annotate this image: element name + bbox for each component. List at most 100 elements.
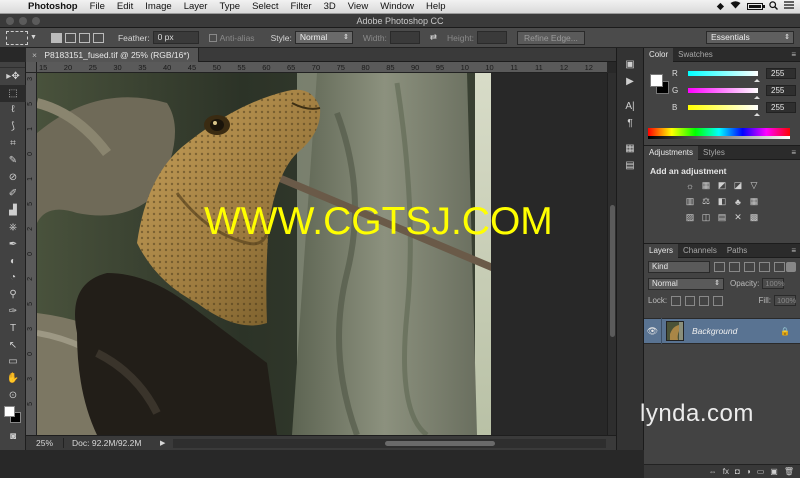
invert-icon[interactable]: ▨ [684, 212, 696, 223]
opacity-input[interactable]: 100% [762, 278, 785, 289]
feather-input[interactable]: 0 px [152, 31, 199, 44]
menu-view[interactable]: View [342, 1, 374, 12]
character-panel-icon[interactable]: A| [617, 98, 643, 115]
width-input[interactable] [389, 31, 420, 44]
tab-color[interactable]: Color [644, 47, 674, 62]
posterize-icon[interactable]: ◫ [700, 212, 712, 223]
menu-layer[interactable]: Layer [178, 1, 214, 12]
menu-image[interactable]: Image [139, 1, 177, 12]
paragraph-panel-icon[interactable]: ¶ [617, 115, 643, 132]
style-select[interactable]: Normal [294, 31, 353, 44]
threshold-icon[interactable]: ▤ [716, 212, 728, 223]
filter-toggle-icon[interactable] [786, 261, 796, 272]
menu-app-photoshop[interactable]: Photoshop [22, 1, 84, 12]
vertical-scrollbar[interactable] [607, 73, 616, 435]
add-mask-icon[interactable]: ◘ [735, 467, 740, 476]
zoom-level[interactable]: 25% [26, 438, 64, 448]
photo-filter-icon[interactable]: ♣ [732, 196, 744, 207]
close-window-button[interactable] [6, 17, 14, 25]
color-spectrum-ramp[interactable] [648, 128, 790, 139]
close-document-icon[interactable]: × [32, 50, 37, 60]
blue-value-input[interactable]: 255 [766, 101, 796, 113]
menu-type[interactable]: Type [213, 1, 246, 12]
quick-selection-tool-icon[interactable]: ⟆ [0, 118, 26, 135]
lasso-tool-icon[interactable]: ℓ [0, 102, 26, 119]
document-canvas[interactable] [37, 73, 491, 435]
menu-filter[interactable]: Filter [284, 1, 317, 12]
hand-tool-icon[interactable]: ✋ [0, 370, 26, 387]
minimize-window-button[interactable] [19, 17, 27, 25]
battery-icon[interactable] [747, 3, 765, 10]
spotlight-search-icon[interactable] [769, 0, 778, 13]
filter-adjustment-icon[interactable] [729, 261, 740, 272]
tab-adjustments[interactable]: Adjustments [644, 145, 699, 160]
dock-grip[interactable] [617, 48, 643, 56]
info-panel-icon[interactable]: ▤ [617, 157, 643, 174]
lock-transparent-icon[interactable] [671, 295, 682, 306]
dodge-tool-icon[interactable]: ⚲ [0, 286, 26, 303]
path-selection-tool-icon[interactable]: ↖ [0, 337, 26, 354]
foreground-color-swatch[interactable] [4, 405, 15, 417]
dropbox-icon[interactable]: ◆ [717, 1, 724, 12]
horizontal-scrollbar[interactable] [173, 438, 606, 448]
tool-preset-picker[interactable] [6, 30, 28, 45]
layer-row-background[interactable]: 👁 Background 🔒 [644, 318, 800, 344]
menu-help[interactable]: Help [420, 1, 452, 12]
new-group-icon[interactable]: ▭ [757, 467, 765, 476]
red-slider[interactable] [688, 70, 760, 82]
brush-tool-icon[interactable]: ✐ [0, 186, 26, 203]
height-input[interactable] [476, 31, 507, 44]
subtract-from-selection-button[interactable] [78, 32, 90, 43]
document-tab[interactable]: × P8183151_fused.tif @ 25% (RGB/16*) [26, 48, 199, 62]
tab-styles[interactable]: Styles [698, 146, 730, 160]
ruler-origin[interactable] [26, 62, 37, 73]
horizontal-ruler[interactable]: 15 20 25 30 35 40 45 50 55 60 65 70 75 80 85 90 95 10 10 11… [37, 62, 607, 73]
history-panel-icon[interactable]: ▣ [617, 56, 643, 73]
properties-panel-icon[interactable]: ▦ [617, 140, 643, 157]
hue-saturation-icon[interactable]: ▥ [684, 196, 696, 207]
workspace-switcher[interactable]: Essentials [706, 31, 794, 44]
notification-center-icon[interactable] [784, 1, 794, 12]
horizontal-scroll-thumb[interactable] [385, 440, 496, 446]
clone-stamp-tool-icon[interactable]: ▟ [0, 202, 26, 219]
tab-swatches[interactable]: Swatches [673, 48, 718, 62]
lock-position-icon[interactable] [699, 295, 710, 306]
type-tool-icon[interactable]: T [0, 320, 26, 337]
layer-style-fx-icon[interactable]: fx [723, 467, 729, 476]
lock-image-icon[interactable] [685, 295, 696, 306]
gradient-tool-icon[interactable]: ◐ [0, 253, 26, 270]
menu-file[interactable]: File [84, 1, 111, 12]
add-to-selection-button[interactable] [64, 32, 76, 43]
gradient-map-icon[interactable]: ▩ [748, 212, 760, 223]
green-value-input[interactable]: 255 [766, 84, 796, 96]
wifi-icon[interactable] [730, 1, 741, 12]
new-selection-button[interactable] [50, 32, 62, 43]
black-white-icon[interactable]: ◧ [716, 196, 728, 207]
tab-layers[interactable]: Layers [644, 243, 679, 258]
menu-3d[interactable]: 3D [318, 1, 342, 12]
menu-edit[interactable]: Edit [111, 1, 139, 12]
lock-all-icon[interactable] [713, 295, 724, 306]
brightness-contrast-icon[interactable]: ☼ [684, 180, 696, 191]
tab-channels[interactable]: Channels [678, 244, 722, 258]
link-layers-icon[interactable]: ⇔ [709, 467, 717, 476]
rectangular-marquee-tool-icon[interactable]: ⬚ [0, 84, 26, 102]
pen-tool-icon[interactable]: ✑ [0, 303, 26, 320]
refine-edge-button[interactable]: Refine Edge... [516, 30, 585, 45]
zoom-tool-icon[interactable]: ⊙ [0, 387, 26, 404]
vertical-ruler[interactable]: 3 5 1 0 1 5 2 0 2 5 3 0 3 5 [26, 73, 37, 435]
layer-visibility-eye-icon[interactable]: 👁 [644, 318, 662, 344]
vertical-scroll-thumb[interactable] [610, 205, 615, 337]
move-tool-icon[interactable]: ▸✥ [0, 68, 26, 85]
actions-panel-icon[interactable]: ▶ [617, 73, 643, 90]
blend-mode-select[interactable]: Normal [648, 277, 724, 290]
chevron-down-icon[interactable]: ▼ [30, 34, 37, 41]
rectangle-tool-icon[interactable]: ▭ [0, 354, 26, 371]
panel-menu-icon[interactable]: ≡ [791, 244, 796, 258]
crop-tool-icon[interactable]: ⌗ [0, 135, 26, 152]
eyedropper-tool-icon[interactable]: ✎ [0, 152, 26, 169]
panel-menu-icon[interactable]: ≡ [791, 146, 796, 160]
quick-mask-icon[interactable]: ◙ [0, 428, 26, 445]
healing-brush-tool-icon[interactable]: ⊘ [0, 169, 26, 186]
menu-select[interactable]: Select [246, 1, 284, 12]
